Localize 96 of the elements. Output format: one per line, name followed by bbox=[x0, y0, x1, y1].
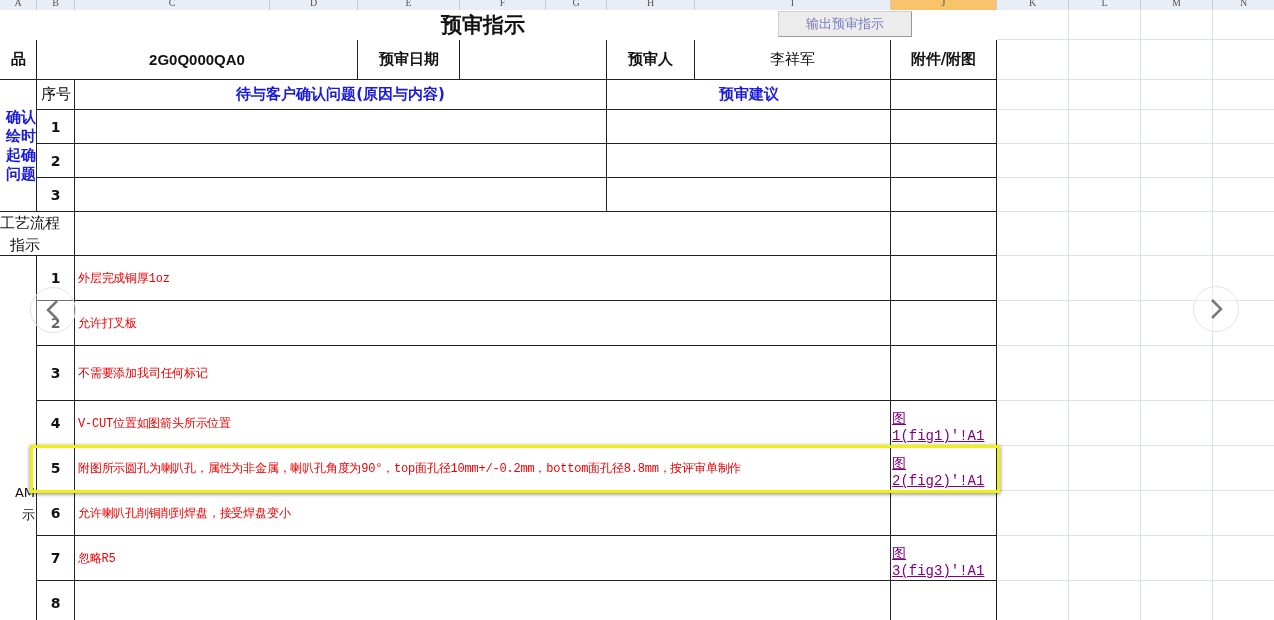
sheet-cell bbox=[997, 301, 1069, 346]
sheet-cell bbox=[1141, 40, 1213, 80]
column-header[interactable]: C bbox=[75, 0, 270, 10]
sheet-cell bbox=[1069, 256, 1141, 301]
row-number: 2 bbox=[50, 315, 61, 331]
sheet-cell bbox=[997, 110, 1069, 144]
column-heading: 附件/附图 bbox=[910, 50, 977, 69]
row-number: 7 bbox=[50, 550, 61, 566]
section-label: 确认 bbox=[6, 107, 36, 127]
column-header[interactable]: K bbox=[997, 0, 1069, 10]
sheet-cell bbox=[1069, 401, 1141, 446]
sheet-cell bbox=[1069, 536, 1141, 581]
sheet-cell bbox=[997, 401, 1069, 446]
section-label: 工艺流程 bbox=[0, 213, 60, 234]
row-number: 2 bbox=[50, 152, 61, 169]
sheet-cell bbox=[997, 346, 1069, 401]
sheet-cell bbox=[1141, 256, 1213, 301]
instruction-text: 附图所示圆孔为喇叭孔，属性为非金属，喇叭孔角度为90°，top面孔径10mm+/-0.2mm，bottom面孔径8.8mm，按评审单制作 bbox=[77, 460, 742, 477]
sheet-cell bbox=[997, 536, 1069, 581]
sheet-cell bbox=[997, 178, 1069, 212]
column-header[interactable]: M bbox=[1141, 0, 1213, 10]
sheet-cell bbox=[1069, 212, 1141, 256]
field-label: 品 bbox=[10, 50, 26, 69]
instruction-text: 允许打叉板 bbox=[77, 315, 137, 332]
sheet-title: 预审指示 bbox=[441, 12, 525, 39]
sheet-cell bbox=[1141, 446, 1213, 491]
sheet-cell bbox=[1069, 110, 1141, 144]
sheet-cell bbox=[997, 256, 1069, 301]
sheet-cell bbox=[1141, 178, 1213, 212]
sheet-cell bbox=[1069, 80, 1141, 110]
sheet-cell bbox=[1069, 40, 1141, 80]
column-heading: 预审建议 bbox=[718, 85, 779, 104]
column-header[interactable]: F bbox=[460, 0, 546, 10]
column-heading: 待与客户确认问题(原因与内容) bbox=[236, 85, 445, 104]
reviewer-name: 李祥军 bbox=[770, 50, 815, 69]
section-label: 问题 bbox=[6, 164, 36, 184]
sheet-cell bbox=[1141, 491, 1213, 536]
instruction-text: 忽略R5 bbox=[77, 550, 116, 567]
row-number: 1 bbox=[50, 270, 61, 286]
section-label: 指示 bbox=[9, 235, 40, 256]
sheet-cell bbox=[1069, 178, 1141, 212]
attachment-link[interactable]: 图 3(fig3)'!A1 bbox=[891, 546, 985, 580]
column-header[interactable]: I bbox=[695, 0, 891, 10]
field-label: 预审人 bbox=[628, 50, 673, 69]
instruction-text: 外层完成铜厚1oz bbox=[77, 270, 170, 287]
row-number: 4 bbox=[50, 415, 61, 431]
sheet-cell bbox=[1069, 491, 1141, 536]
sheet-cell bbox=[1069, 10, 1141, 40]
sheet-cell bbox=[1141, 346, 1213, 401]
sheet-cell bbox=[1141, 110, 1213, 144]
column-header[interactable]: J bbox=[891, 0, 997, 10]
sheet-cell bbox=[1141, 536, 1213, 581]
section-label: 绘时 bbox=[6, 126, 36, 146]
column-header[interactable]: E bbox=[358, 0, 460, 10]
field-label: 预审日期 bbox=[378, 50, 439, 69]
sheet-cell bbox=[997, 144, 1069, 178]
sheet-cell bbox=[1069, 346, 1141, 401]
column-header[interactable]: H bbox=[607, 0, 695, 10]
sheet-cell bbox=[1141, 10, 1213, 40]
column-header[interactable]: B bbox=[37, 0, 75, 10]
sheet-cell bbox=[997, 212, 1069, 256]
instruction-text: V-CUT位置如图箭头所示位置 bbox=[77, 415, 231, 432]
column-header[interactable]: D bbox=[270, 0, 358, 10]
row-number: 1 bbox=[50, 118, 61, 135]
column-header[interactable]: N bbox=[1213, 0, 1274, 10]
sheet-cell bbox=[1141, 212, 1213, 256]
attachment-link[interactable]: 图 1(fig1)'!A1 bbox=[891, 411, 985, 445]
column-header[interactable]: A bbox=[0, 0, 37, 10]
row-number: 8 bbox=[50, 595, 61, 611]
next-button[interactable] bbox=[1193, 286, 1239, 332]
sheet-cell bbox=[997, 80, 1069, 110]
column-header[interactable]: L bbox=[1069, 0, 1141, 10]
sheet-cell bbox=[1141, 144, 1213, 178]
sheet-cell bbox=[1069, 301, 1141, 346]
product-code: 2G0Q000QA0 bbox=[149, 51, 245, 68]
instruction-text: 不需要添加我司任何标记 bbox=[77, 365, 208, 382]
sheet-cell bbox=[997, 446, 1069, 491]
previous-button[interactable] bbox=[30, 287, 76, 333]
sheet-cell bbox=[1141, 401, 1213, 446]
sheet-cell bbox=[997, 40, 1069, 80]
section-label: 示 bbox=[22, 506, 36, 524]
sheet-cell bbox=[1141, 301, 1213, 346]
row-number: 3 bbox=[50, 365, 61, 381]
attachment-link[interactable]: 图 2(fig2)'!A1 bbox=[891, 456, 985, 490]
row-number: 6 bbox=[50, 505, 61, 521]
sheet-cell bbox=[1141, 80, 1213, 110]
row-number: 3 bbox=[50, 186, 61, 203]
column-heading: 序号 bbox=[40, 85, 71, 104]
row-number: 5 bbox=[50, 460, 61, 476]
sheet-cell bbox=[997, 10, 1069, 40]
column-header[interactable]: G bbox=[546, 0, 607, 10]
sheet-cell bbox=[1069, 446, 1141, 491]
sheet-cell bbox=[997, 491, 1069, 536]
section-label: 起确 bbox=[6, 145, 36, 165]
instruction-text: 允许喇叭孔削铜削到焊盘，接受焊盘变小 bbox=[77, 505, 291, 522]
sheet-cell bbox=[1069, 144, 1141, 178]
